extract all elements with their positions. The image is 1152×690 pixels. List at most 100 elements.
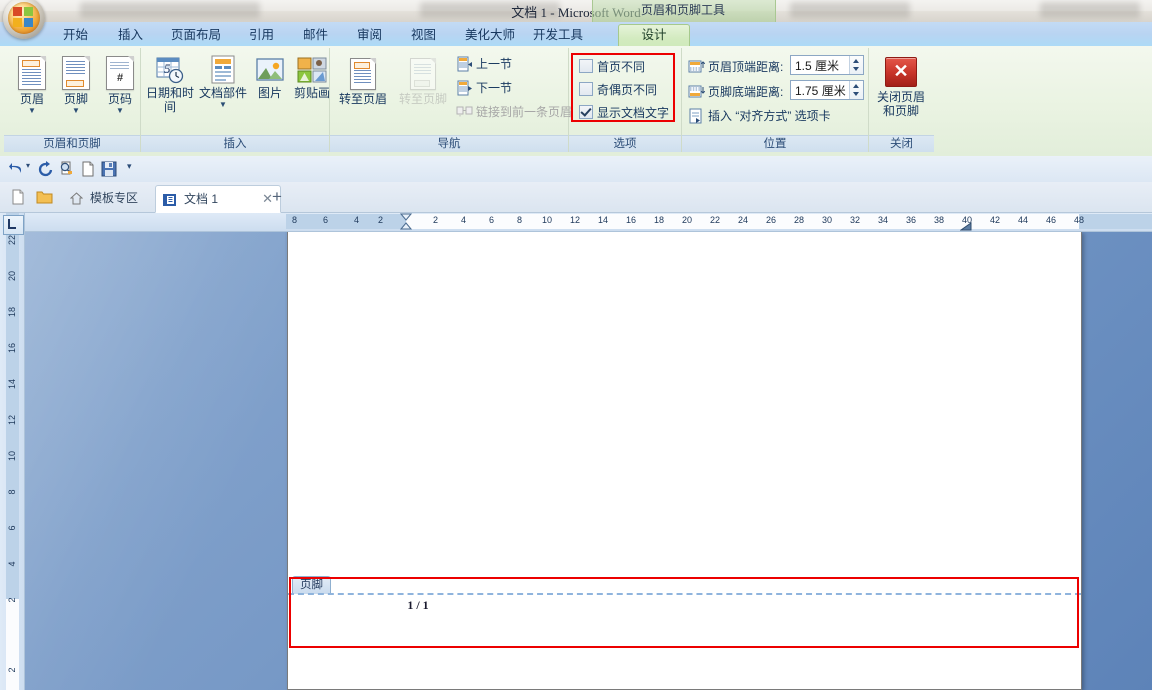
different-odd-even-pages-checkbox[interactable]: 奇偶页不同 [579,81,657,99]
quick-parts-button[interactable]: 文档部件 ▼ [197,52,249,109]
close-header-footer-button[interactable]: ✕ 关闭页眉 和页脚 [870,54,932,118]
ruler-left-margin [286,214,406,229]
next-section-row[interactable]: 下一节 [456,78,512,99]
previous-section-icon [456,56,473,72]
show-document-text-checkbox[interactable]: 显示文档文字 [579,104,669,122]
undo-dropdown-icon[interactable]: ▾ [26,161,30,170]
header-button[interactable]: 页眉 ▼ [10,52,54,115]
footer-from-bottom-spin-buttons[interactable] [849,81,863,99]
quick-parts-caret-icon[interactable]: ▼ [197,100,249,109]
left-indent-marker[interactable] [400,213,412,231]
footer-from-bottom-spinner[interactable]: 1.75 厘米 [790,80,864,100]
hruler-tick-18: 18 [654,215,665,225]
home-icon [70,192,83,205]
tab-design[interactable]: 设计 [618,24,690,47]
picture-button-label: 图片 [257,86,282,100]
date-time-button[interactable]: 5 日期和时间 [145,52,195,114]
open-folder-icon[interactable] [36,190,53,204]
footer-from-bottom-spin-down-icon[interactable] [853,92,859,96]
clip-art-button[interactable]: 剪贴画 [289,52,335,100]
hruler-tick-26: 26 [766,215,777,225]
ribbon-group-close: ✕ 关闭页眉 和页脚 关闭 [869,48,934,152]
different-odd-even-pages-checkbox-box[interactable] [579,82,593,96]
picture-button[interactable]: 图片 [251,52,289,100]
hruler-tick-44: 44 [1018,215,1029,225]
link-to-previous-label: 链接到前一条页眉 [476,105,573,119]
customize-qat-icon[interactable]: ▾ [127,161,132,172]
header-from-top-spin-buttons[interactable] [849,56,863,74]
redo-icon[interactable] [37,160,55,178]
right-indent-marker[interactable] [960,222,972,231]
new-document-icon[interactable] [79,160,97,178]
save-icon[interactable] [100,160,118,178]
ribbon-group-options-label: 选项 [569,135,681,152]
tab-home[interactable]: 开始 [52,24,99,46]
picture-icon [256,58,284,81]
vruler-tick-2: 2 [7,597,17,603]
header-from-top-spinner[interactable]: 1.5 厘米 [790,55,864,75]
header-from-top-icon [688,59,706,75]
footer-page-number-field[interactable]: 1 / 1 [288,598,548,613]
document-tab-doc1-label: 文档 1 [184,192,219,206]
ribbon-group-options: 首页不同 奇偶页不同 显示文档文字 选项 [569,48,682,152]
footer-from-bottom-icon [688,84,706,100]
tab-developer[interactable]: 开发工具 [522,24,594,46]
ribbon-group-header-footer: 页眉 ▼ 页脚 ▼ # 页码 ▼ 页眉和页脚 [4,48,141,152]
header-button-caret-icon[interactable]: ▼ [10,106,54,115]
print-preview-icon[interactable] [58,160,76,178]
header-button-label: 页眉 [19,92,44,106]
tab-references[interactable]: 引用 [238,24,285,46]
tab-mailings[interactable]: 邮件 [292,24,339,46]
header-page-icon [18,56,46,90]
horizontal-ruler[interactable]: 8 6 4 2 2 4 6 8 10 12 14 16 18 20 22 24 … [24,213,1152,232]
page-number-button-caret-icon[interactable]: ▼ [98,106,142,115]
tab-view[interactable]: 视图 [400,24,447,46]
previous-section-label: 上一节 [476,57,513,71]
add-document-tab-button[interactable]: + [272,187,282,207]
footer-from-bottom-spin-up-icon[interactable] [853,84,859,88]
tab-review[interactable]: 审阅 [346,24,393,46]
document-page[interactable]: 页脚 1 / 1 [287,232,1082,690]
hruler-tick-2: 2 [433,215,439,225]
ribbon-group-close-label: 关闭 [869,135,934,152]
vertical-ruler[interactable]: 22 20 18 16 14 12 10 8 6 4 2 2 [0,213,25,690]
document-tab-template-zone[interactable]: 模板专区 [64,185,146,211]
tab-insert[interactable]: 插入 [107,24,154,46]
hruler-tick-4l: 4 [354,215,360,225]
footer-button-caret-icon[interactable]: ▼ [54,106,98,115]
link-to-previous-icon [456,104,473,120]
ribbon-tab-strip: 开始 插入 页面布局 引用 邮件 审阅 视图 美化大师 开发工具 设计 [0,22,1152,47]
ribbon-group-navigation-body: 转至页眉 转至页脚 上一节 下一节 链接到前一条页眉 [330,48,572,136]
different-first-page-checkbox-box[interactable] [579,59,593,73]
goto-header-button[interactable]: 转至页眉 [334,54,392,106]
footer-button[interactable]: 页脚 ▼ [54,52,98,115]
document-tab-doc1[interactable]: 文档 1 ✕ [155,185,281,213]
vruler-tick-4: 4 [7,561,17,567]
tab-beautify-master[interactable]: 美化大师 [454,24,526,46]
date-time-icon: 5 [156,57,184,84]
document-canvas[interactable]: 页脚 1 / 1 [25,232,1152,690]
hruler-tick-38: 38 [934,215,945,225]
undo-icon[interactable] [7,160,25,178]
show-document-text-checkbox-box[interactable] [579,105,593,119]
vruler-tick-16: 16 [7,343,17,354]
header-from-top-row: 页眉顶端距离: [688,57,783,78]
header-from-top-spin-up-icon[interactable] [853,59,859,63]
hruler-tick-48: 48 [1074,215,1085,225]
hruler-tick-34: 34 [878,215,889,225]
previous-section-row[interactable]: 上一节 [456,54,512,75]
header-from-top-spin-down-icon[interactable] [853,67,859,71]
page-number-button[interactable]: # 页码 ▼ [98,52,142,115]
different-first-page-checkbox[interactable]: 首页不同 [579,58,645,76]
tab-stop-selector[interactable] [3,215,24,235]
tab-page-layout[interactable]: 页面布局 [160,24,232,46]
new-file-icon[interactable] [10,189,26,205]
hruler-tick-42: 42 [990,215,1001,225]
vruler-tick-10: 10 [7,451,17,462]
vruler-tick-12: 12 [7,415,17,426]
goto-header-button-label: 转至页眉 [338,92,387,106]
contextual-tools-title: 页眉和页脚工具 [640,3,725,17]
insert-alignment-tab-icon [688,108,705,124]
insert-alignment-tab-row[interactable]: 插入 “对齐方式” 选项卡 [688,106,831,127]
close-x-icon: ✕ [885,57,917,87]
